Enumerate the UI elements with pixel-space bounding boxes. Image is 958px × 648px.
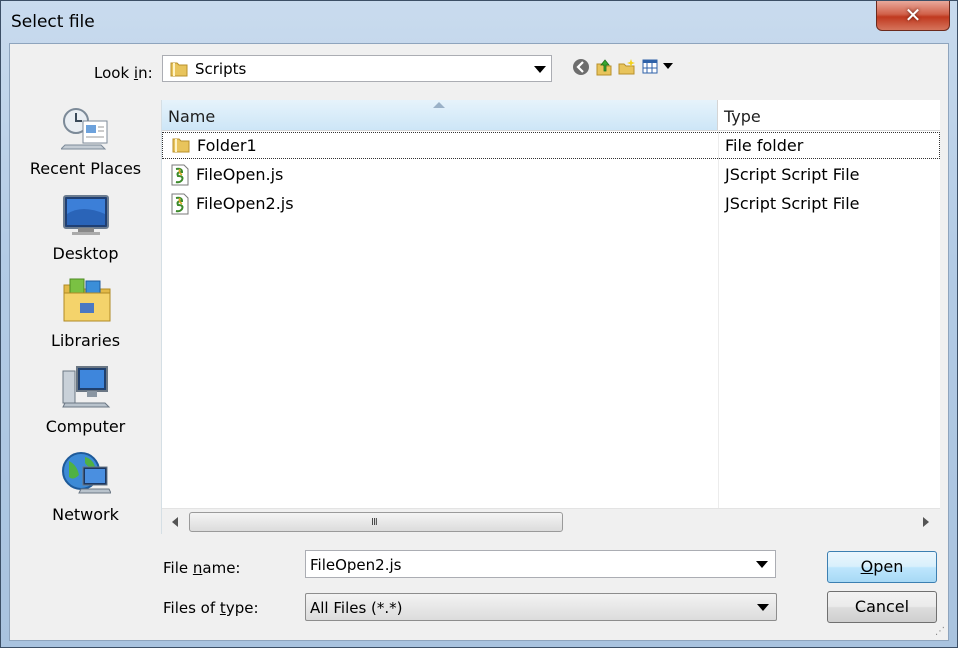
libraries-icon bbox=[62, 277, 112, 329]
folder-icon bbox=[171, 136, 191, 158]
files-of-type-label: Files of type: bbox=[163, 599, 259, 617]
scroll-left-icon[interactable] bbox=[172, 517, 178, 527]
file-name-combobox[interactable]: FileOpen2.js bbox=[305, 550, 776, 578]
file-type: File folder bbox=[725, 136, 804, 155]
new-folder-icon[interactable] bbox=[618, 58, 636, 76]
chevron-down-icon[interactable] bbox=[757, 604, 769, 611]
view-dropdown-chevron-icon[interactable] bbox=[663, 63, 673, 69]
view-menu-icon[interactable] bbox=[642, 58, 660, 76]
list-item[interactable]: Folder1 File folder bbox=[162, 132, 940, 159]
window-title: Select file bbox=[11, 12, 95, 32]
place-label: Libraries bbox=[50, 331, 121, 350]
files-of-type-value: All Files (*.*) bbox=[310, 599, 403, 617]
place-label: Recent Places bbox=[29, 159, 142, 178]
back-icon[interactable] bbox=[572, 58, 590, 76]
scrollbar-grip-icon: III bbox=[371, 517, 378, 528]
script-file-icon bbox=[170, 193, 190, 219]
file-name-label: File name: bbox=[163, 559, 241, 577]
horizontal-scrollbar[interactable]: III bbox=[162, 508, 940, 535]
up-folder-icon[interactable] bbox=[595, 58, 613, 76]
file-name-input[interactable]: FileOpen2.js bbox=[310, 556, 401, 574]
open-button[interactable]: Open bbox=[827, 551, 937, 583]
scroll-right-icon[interactable] bbox=[923, 517, 929, 527]
file-name: Folder1 bbox=[197, 136, 257, 155]
desktop-icon bbox=[62, 194, 110, 242]
chevron-down-icon[interactable] bbox=[756, 561, 768, 568]
select-file-dialog: Select file ✕ Look in: Scripts Recent Pl… bbox=[0, 0, 958, 648]
list-header: Name Type bbox=[162, 100, 940, 131]
folder-icon bbox=[169, 60, 189, 82]
file-type: JScript Script File bbox=[725, 194, 860, 213]
sort-ascending-icon bbox=[433, 102, 445, 108]
chevron-down-icon[interactable] bbox=[534, 66, 546, 73]
file-list-view[interactable]: Name Type Folder1 File folder FileOpen.j… bbox=[161, 100, 940, 535]
resize-grip-icon[interactable]: ⋰ bbox=[935, 626, 945, 637]
place-label: Computer bbox=[45, 417, 126, 436]
computer-icon bbox=[61, 365, 111, 415]
files-of-type-dropdown[interactable]: All Files (*.*) bbox=[305, 593, 777, 621]
file-name: FileOpen2.js bbox=[196, 194, 294, 213]
scrollbar-thumb[interactable]: III bbox=[189, 512, 563, 532]
cancel-button[interactable]: Cancel bbox=[827, 591, 937, 623]
look-in-value: Scripts bbox=[195, 60, 247, 78]
look-in-label: Look in: bbox=[94, 64, 153, 82]
list-item[interactable]: FileOpen2.js JScript Script File bbox=[162, 190, 940, 217]
column-header-type[interactable]: Type bbox=[718, 100, 940, 130]
place-label: Network bbox=[52, 505, 119, 524]
place-label: Desktop bbox=[52, 244, 119, 263]
recent-places-icon bbox=[59, 107, 111, 157]
places-bar: Recent Places Desktop Libraries Computer… bbox=[18, 97, 153, 619]
close-button[interactable]: ✕ bbox=[876, 1, 950, 31]
look-in-dropdown[interactable]: Scripts bbox=[162, 55, 552, 82]
script-file-icon bbox=[170, 164, 190, 190]
list-item[interactable]: FileOpen.js JScript Script File bbox=[162, 161, 940, 188]
network-icon bbox=[61, 449, 112, 503]
file-type: JScript Script File bbox=[725, 165, 860, 184]
file-name: FileOpen.js bbox=[196, 165, 284, 184]
